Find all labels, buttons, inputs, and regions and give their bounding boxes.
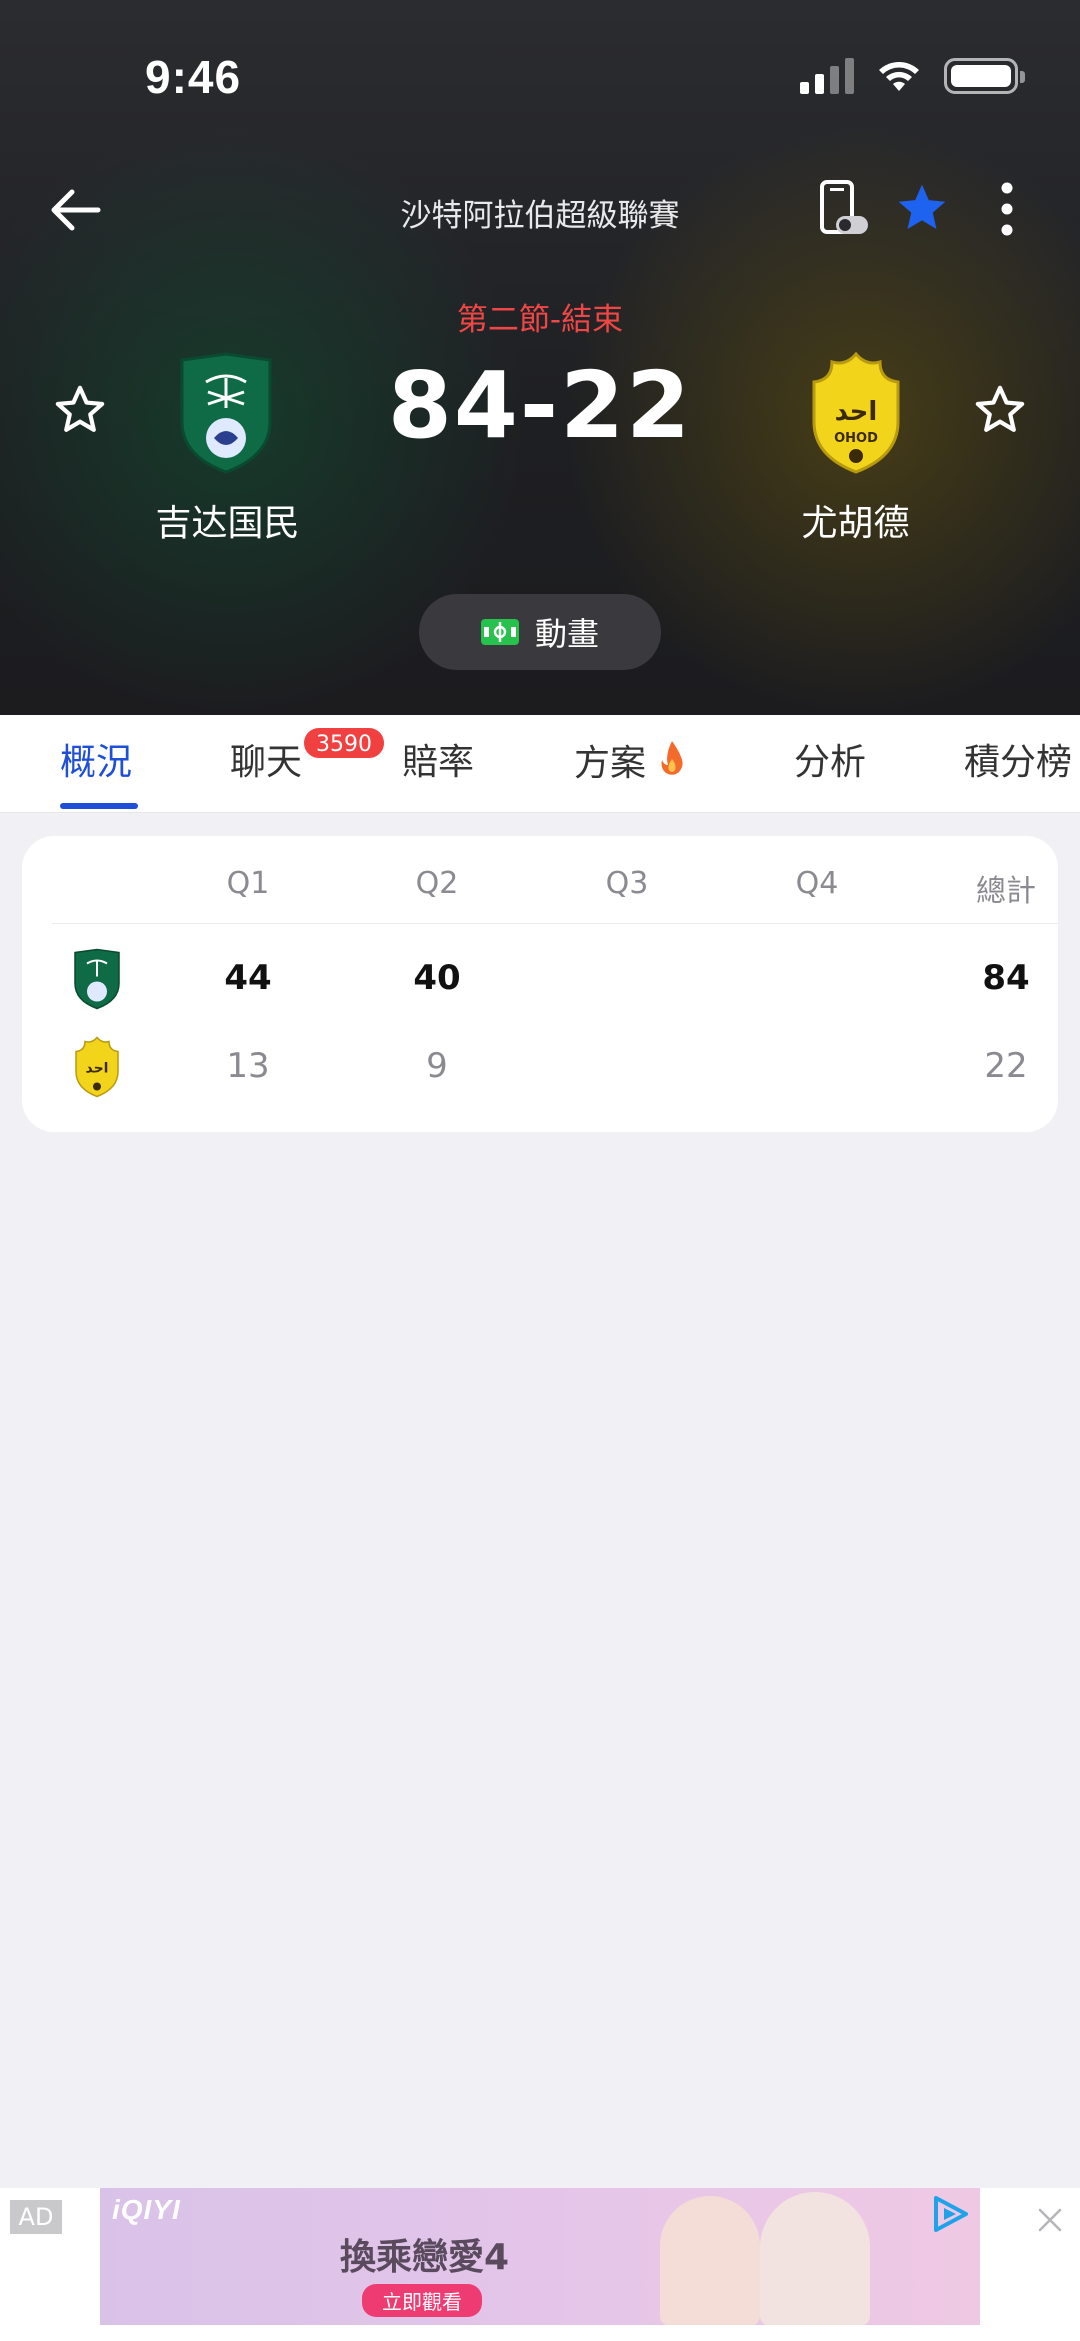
status-icons — [800, 58, 1025, 94]
tab-chat[interactable]: 聊天 — [230, 739, 302, 787]
fire-icon — [661, 741, 684, 775]
header-q4: Q4 — [795, 866, 839, 901]
home-q1: 44 — [224, 958, 272, 998]
period-status: 第二節-結束 — [456, 302, 624, 338]
match-score: 84-22 — [387, 352, 693, 459]
favorite-star-icon[interactable] — [894, 180, 950, 236]
header-q3: Q3 — [605, 866, 649, 901]
home-q2: 40 — [413, 958, 461, 998]
header-q2: Q2 — [415, 866, 459, 901]
tab-analysis[interactable]: 分析 — [794, 739, 866, 787]
animation-field-icon — [480, 619, 519, 645]
away-team-mini-logo: احد — [75, 1036, 119, 1098]
header-q1: Q1 — [226, 866, 270, 901]
away-q2: 9 — [426, 1046, 448, 1086]
battery-icon — [944, 58, 1025, 94]
ad-close-icon[interactable] — [1034, 2204, 1066, 2236]
ad-banner[interactable]: iQIYI 換乘戀愛4 立即觀看 — [100, 2188, 980, 2325]
ad-headline: 換乘戀愛4 — [340, 2237, 510, 2278]
tab-plans-label: 方案 — [574, 743, 647, 784]
header-total: 總計 — [976, 874, 1036, 909]
quarter-score-card: Q1 Q2 Q3 Q4 總計 44 40 84 احد 13 9 22 — [22, 836, 1058, 1132]
ad-image-person-2 — [760, 2192, 870, 2325]
tab-overview[interactable]: 概況 — [60, 739, 132, 787]
home-total: 84 — [982, 958, 1030, 998]
svg-text:OHOD: OHOD — [834, 431, 878, 446]
animation-label: 動畫 — [534, 615, 599, 653]
card-divider — [52, 923, 1058, 924]
ad-cta-button[interactable]: 立即觀看 — [362, 2284, 482, 2317]
home-team-name[interactable]: 吉达国民 — [100, 494, 355, 546]
tab-bar: 概況 聊天 賠率 方案 分析 積分榜 — [0, 715, 1080, 813]
ad-banner-container: AD iQIYI 換乘戀愛4 立即觀看 — [0, 2188, 1080, 2341]
home-team-mini-logo — [74, 948, 120, 1010]
status-time: 9:46 — [145, 51, 242, 103]
chat-count-badge: 3590 — [302, 726, 386, 760]
ad-image-person-1 — [660, 2196, 760, 2325]
cellular-signal-icon — [800, 58, 854, 94]
away-q1: 13 — [226, 1046, 270, 1086]
ad-tag: AD — [10, 2200, 62, 2234]
away-team-logo[interactable]: احد OHOD — [806, 352, 906, 474]
wifi-icon — [879, 62, 919, 91]
animation-button[interactable]: 動畫 — [419, 594, 661, 670]
match-header: 9:46 沙特阿拉伯超級聯賽 第二節-結束 84-22 احد OHOD 吉达国… — [0, 0, 1080, 715]
more-options-icon[interactable] — [985, 178, 1029, 240]
svg-text:احد: احد — [835, 397, 878, 427]
away-total: 22 — [984, 1046, 1028, 1086]
ad-network-logo-icon — [934, 2196, 968, 2232]
tab-odds[interactable]: 賠率 — [402, 739, 474, 787]
tab-plans[interactable]: 方案 — [574, 739, 687, 787]
phone-switch-icon[interactable] — [818, 178, 872, 240]
follow-home-star-icon[interactable] — [52, 382, 108, 438]
active-tab-indicator — [60, 803, 138, 809]
tab-standings[interactable]: 積分榜 — [964, 739, 1072, 787]
follow-away-star-icon[interactable] — [972, 382, 1028, 438]
home-team-logo[interactable] — [176, 352, 276, 474]
away-team-name[interactable]: 尤胡德 — [728, 494, 983, 546]
ad-brand: iQIYI — [112, 2194, 181, 2225]
svg-text:احد: احد — [86, 1061, 109, 1077]
